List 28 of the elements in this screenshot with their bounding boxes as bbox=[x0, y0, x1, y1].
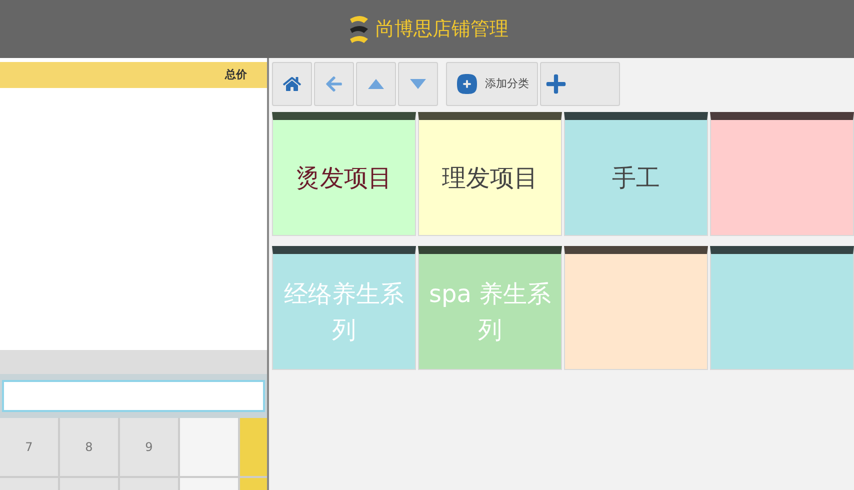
category-tile[interactable]: 手工 bbox=[564, 112, 708, 236]
down-triangle-icon bbox=[410, 79, 426, 89]
home-icon bbox=[283, 75, 301, 93]
input-field[interactable] bbox=[2, 380, 265, 412]
tile-label: 烫发项目 bbox=[296, 162, 392, 194]
home-button[interactable] bbox=[272, 62, 312, 106]
nav-button[interactable] bbox=[398, 62, 438, 106]
category-tile[interactable]: 烫发项目 bbox=[272, 112, 416, 236]
tile-label: spa 养生系列 bbox=[428, 278, 552, 346]
category-tile[interactable] bbox=[564, 246, 708, 370]
tile-label: 理发项目 bbox=[442, 162, 538, 194]
tile-label: 经络养生系列 bbox=[283, 278, 405, 346]
app-title: 尚博思店铺管理 bbox=[376, 16, 508, 42]
category-tile[interactable] bbox=[710, 112, 854, 236]
keypad-key[interactable]: 7 bbox=[0, 418, 58, 476]
tile-label: 手工 bbox=[612, 162, 660, 194]
add-button[interactable] bbox=[540, 62, 620, 106]
plus-icon bbox=[545, 73, 567, 95]
up-triangle-icon bbox=[368, 79, 384, 89]
nav-button[interactable] bbox=[314, 62, 354, 106]
category-tile[interactable] bbox=[710, 246, 854, 370]
column-header: 总价 bbox=[225, 66, 247, 83]
keypad-key[interactable]: 8 bbox=[60, 418, 118, 476]
category-tile[interactable]: 理发项目 bbox=[418, 112, 562, 236]
add-category-button[interactable]: 添加分类 bbox=[446, 62, 538, 106]
nav-button[interactable] bbox=[356, 62, 396, 106]
left-arrow-icon bbox=[325, 75, 343, 93]
keypad-key[interactable]: 9 bbox=[120, 418, 178, 476]
